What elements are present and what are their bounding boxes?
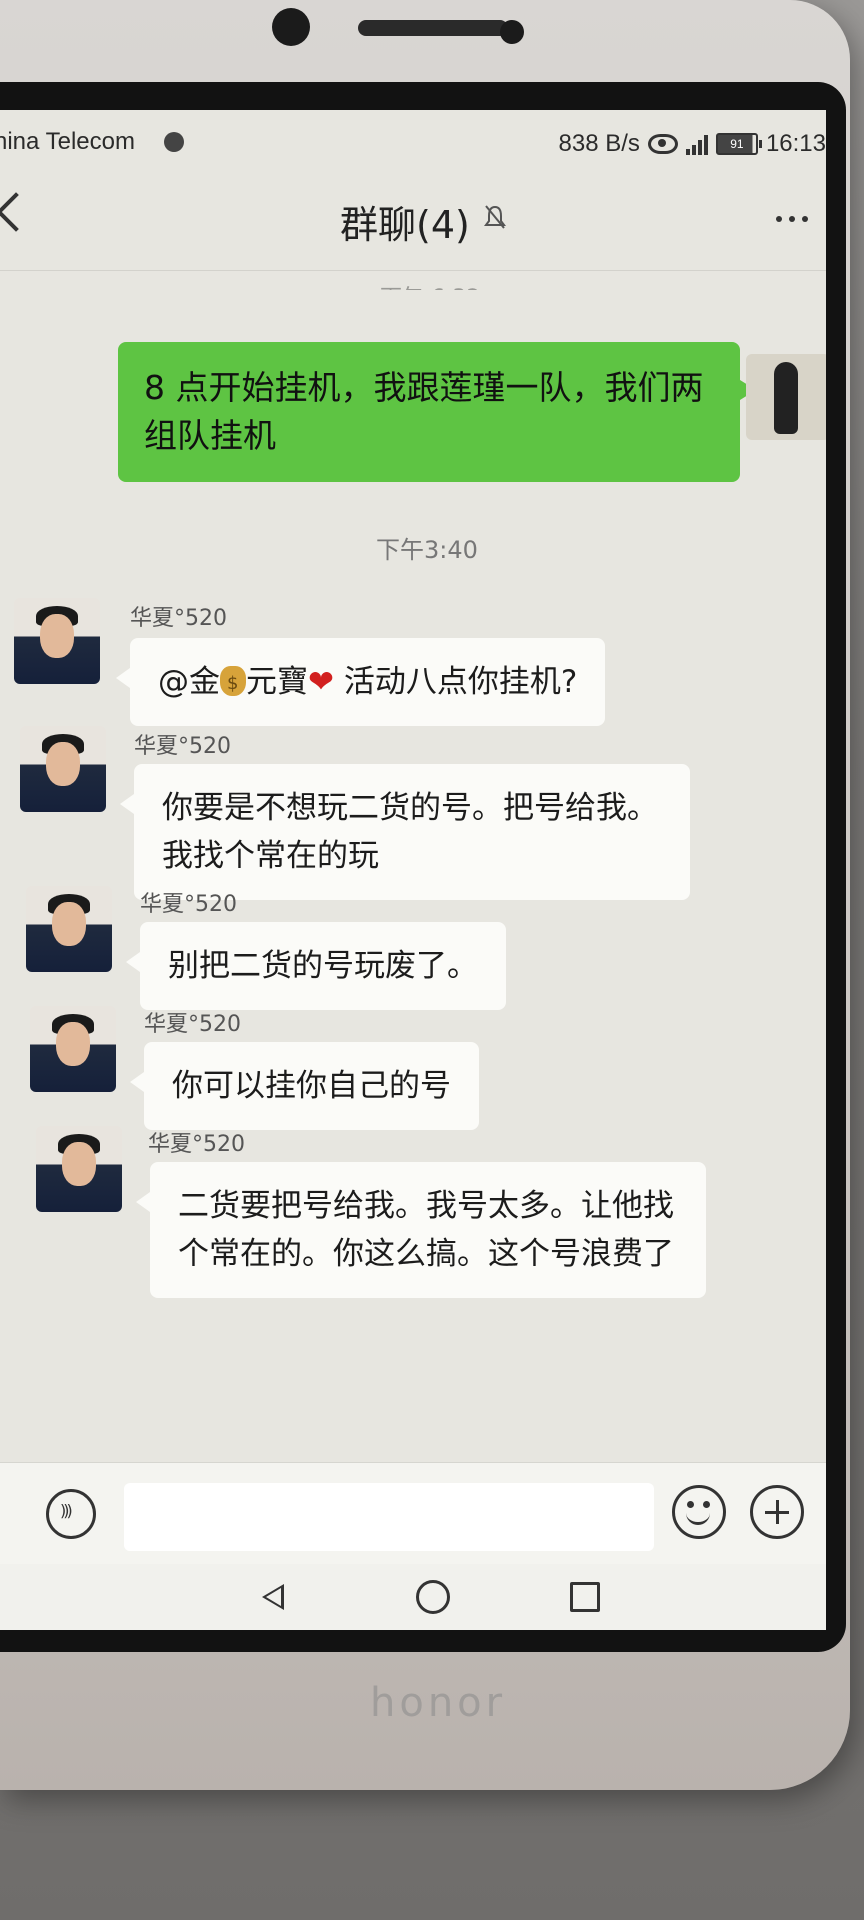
sender-avatar[interactable] [14,598,100,684]
mention-text: @金 [158,664,220,700]
system-nav-bar [0,1564,826,1630]
sender-avatar[interactable] [36,1126,122,1212]
sender-name: 华夏°520 [140,892,237,917]
more-icon[interactable] [776,216,808,222]
sender-avatar[interactable] [20,726,106,812]
battery-icon: 91 [715,133,762,155]
status-bar: hina Telecom 838 B/s 91 16:13 [0,110,826,170]
nav-back-icon[interactable] [262,1584,284,1610]
sender-avatar[interactable] [30,1006,116,1092]
mute-bell-icon [484,205,506,229]
incoming-message[interactable]: @金元寶❤ 活动八点你挂机? [115,638,606,727]
sensor [500,20,524,44]
incoming-message[interactable]: 你要是不想玩二货的号。把号给我。我找个常在的玩 [120,764,690,901]
carrier-icon [164,132,184,152]
message-input[interactable] [124,1483,654,1551]
money-bag-icon [220,666,246,698]
sender-name: 华夏°520 [134,734,231,759]
clock: 16:13 [765,130,826,157]
message-text: 活动八点你挂机? [343,664,578,700]
sender-name: 华夏°520 [130,606,227,631]
mention-name: 元寶 [246,664,308,700]
nav-recents-icon[interactable] [570,1582,600,1612]
network-speed: 838 B/s [558,130,640,157]
brand-logo: honor [370,1680,507,1726]
incoming-message[interactable]: 你可以挂你自己的号 [130,1042,479,1131]
back-icon[interactable] [0,192,36,232]
outgoing-message[interactable]: 8 点开始挂机，我跟莲瑾一队，我们两组队挂机 [118,342,756,482]
incoming-message[interactable]: 别把二货的号玩废了。 [126,922,506,1011]
carrier-label: hina Telecom [0,128,135,155]
phone-body: hina Telecom 838 B/s 91 16:13 群聊(4) 下午 [0,0,850,1790]
more-actions-icon[interactable] [750,1485,804,1539]
emoji-icon[interactable] [672,1485,726,1539]
message-timestamp: 下午3:40 [376,536,478,564]
chat-header: 群聊(4) [0,170,826,271]
sender-name: 华夏°520 [148,1132,245,1157]
earpiece-speaker [358,20,508,36]
sender-name: 华夏°520 [144,1012,241,1037]
heart-icon: ❤ [308,664,334,700]
voice-input-icon[interactable] [46,1489,96,1539]
chat-title: 群聊(4) [340,203,470,247]
partial-timestamp: 下午 6:32 [380,280,480,290]
sender-avatar[interactable] [26,886,112,972]
screen: hina Telecom 838 B/s 91 16:13 群聊(4) 下午 [0,110,826,1630]
phone-chin: honor [0,1652,846,1782]
front-camera [272,8,310,46]
signal-icon [685,133,708,155]
nav-home-icon[interactable] [416,1580,450,1614]
incoming-message[interactable]: 二货要把号给我。我号太多。让他找个常在的。你这么搞。这个号浪费了 [136,1162,706,1299]
eye-comfort-icon [647,134,678,154]
my-avatar[interactable] [746,354,826,440]
input-bar [0,1462,826,1565]
status-right: 838 B/s 91 16:13 [559,130,826,158]
